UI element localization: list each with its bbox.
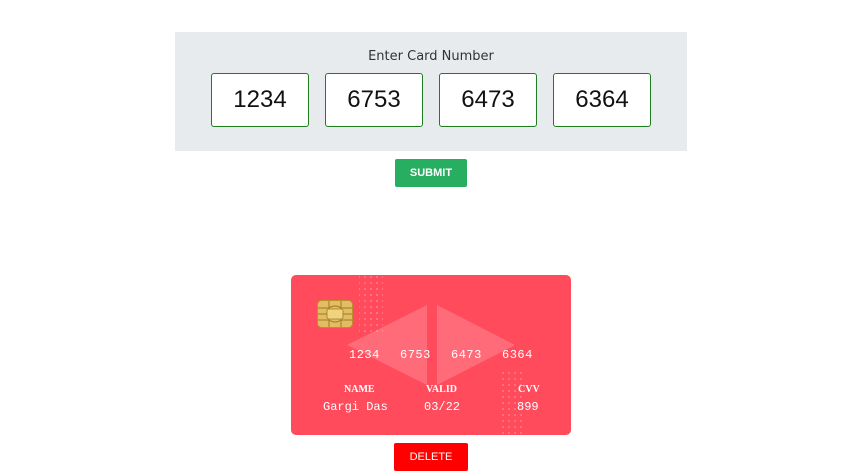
chip-icon [317,300,353,328]
delete-button[interactable]: DELETE [394,443,468,471]
valid-label: VALID [426,384,457,395]
valid-date: 03/22 [424,400,461,414]
card-number-field-1[interactable] [211,73,309,127]
credit-card-preview: 1234 6753 6473 6364 NAME Gargi Das VALID… [291,275,571,435]
card-number-group-1: 1234 [349,348,380,362]
card-number-group-2: 6753 [400,348,431,362]
card-number-field-2[interactable] [325,73,423,127]
card-number-field-3[interactable] [439,73,537,127]
card-number-group-4: 6364 [502,348,533,362]
submit-button[interactable]: SUBMIT [395,159,467,187]
cvv-label: CVV [518,384,540,395]
card-number-field-4[interactable] [553,73,651,127]
name-label: NAME [344,384,375,395]
entry-label: Enter Card Number [368,49,494,64]
cardholder-name: Gargi Das [323,400,388,414]
cvv-value: 899 [517,400,539,414]
card-entry-panel: Enter Card Number [175,32,687,151]
card-number-group-3: 6473 [451,348,482,362]
